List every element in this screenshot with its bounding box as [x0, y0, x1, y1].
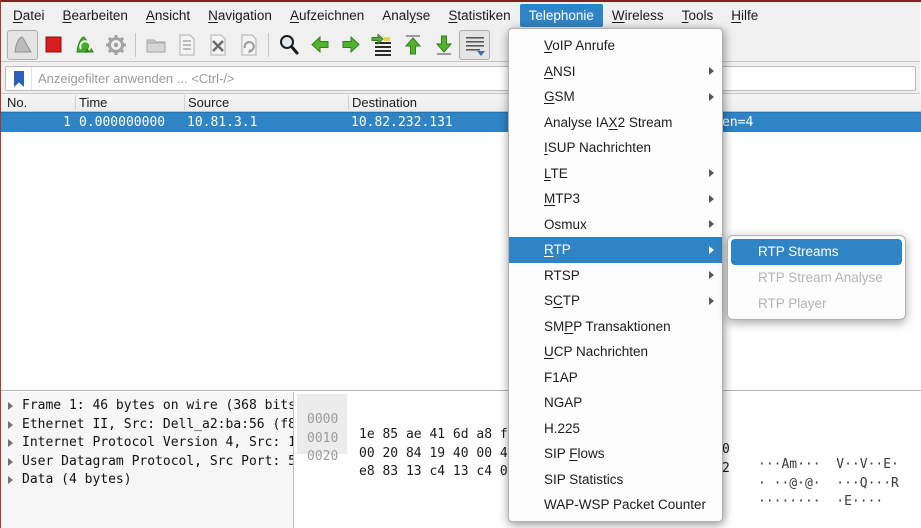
menu-item-rtsp[interactable]: RTSP [509, 263, 722, 289]
packet-row-selected[interactable]: 1 0.000000000 10.81.3.1 10.82.232.131 en… [1, 112, 921, 132]
menu-item-ansi[interactable]: ANSI [509, 59, 722, 85]
menu-item-sip-flows[interactable]: SIP Flows [509, 441, 722, 467]
menu-item-isup-nachrichten[interactable]: ISUP Nachrichten [509, 135, 722, 161]
detail-row-ip[interactable]: Internet Protocol Version 4, Src: 1 [1, 434, 294, 452]
go-first-packet-icon[interactable] [397, 30, 428, 60]
menu-item-ucp-nachrichten[interactable]: UCP Nachrichten [509, 339, 722, 365]
capture-start-icon[interactable] [7, 30, 38, 60]
menu-analyse[interactable]: Analyse [373, 4, 439, 27]
menu-item-rtp[interactable]: RTP [509, 237, 722, 263]
menu-item-mtp3[interactable]: MTP3 [509, 186, 722, 212]
packet-no: 1 [1, 115, 71, 130]
submenu-item-rtp-stream-analyse: RTP Stream Analyse [731, 265, 902, 291]
open-file-icon[interactable] [140, 30, 171, 60]
column-header-source[interactable]: Source [188, 95, 229, 110]
capture-options-icon[interactable] [100, 30, 131, 60]
auto-scroll-icon[interactable] [459, 30, 490, 60]
menu-bar: Datei Bearbeiten Ansicht Navigation Aufz… [1, 2, 920, 28]
telephonie-dropdown-menu: VoIP Anrufe ANSI GSM Analyse IAX2 Stream… [508, 28, 723, 522]
capture-restart-icon[interactable] [69, 30, 100, 60]
toolbar-separator [135, 33, 136, 57]
menu-telephonie[interactable]: Telephonie [520, 4, 603, 27]
menu-hilfe[interactable]: Hilfe [722, 4, 767, 27]
submenu-item-rtp-player: RTP Player [731, 290, 902, 316]
packet-source: 10.81.3.1 [187, 115, 257, 130]
menu-item-ngap[interactable]: NGAP [509, 390, 722, 416]
menu-wireless[interactable]: Wireless [603, 4, 673, 27]
menu-item-f1ap[interactable]: F1AP [509, 365, 722, 391]
submenu-arrow-icon [709, 93, 714, 101]
detail-row-data[interactable]: Data (4 bytes) [1, 471, 294, 489]
menu-item-voip-anrufe[interactable]: VoIP Anrufe [509, 33, 722, 59]
submenu-arrow-icon [709, 67, 714, 75]
save-file-icon[interactable] [171, 30, 202, 60]
main-toolbar [1, 28, 920, 62]
filter-bookmark-icon[interactable] [6, 67, 32, 90]
go-forward-icon[interactable] [335, 30, 366, 60]
lower-panes: Frame 1: 46 bytes on wire (368 bits Ethe… [1, 390, 921, 528]
expander-icon[interactable] [8, 439, 13, 447]
menu-item-smpp-transaktionen[interactable]: SMPP Transaktionen [509, 314, 722, 340]
packet-info-tail: en=4 [722, 115, 753, 130]
menu-item-h225[interactable]: H.225 [509, 416, 722, 442]
detail-row-frame[interactable]: Frame 1: 46 bytes on wire (368 bits [1, 397, 294, 415]
column-divider[interactable] [75, 95, 76, 110]
submenu-arrow-icon [709, 169, 714, 177]
detail-row-ethernet[interactable]: Ethernet II, Src: Dell_a2:ba:56 (f8 [1, 416, 294, 434]
close-file-icon[interactable] [202, 30, 233, 60]
menu-item-sip-statistics[interactable]: SIP Statistics [509, 467, 722, 493]
detail-row-udp[interactable]: User Datagram Protocol, Src Port: 5 [1, 453, 294, 471]
column-header-time[interactable]: Time [79, 95, 107, 110]
packet-time: 0.000000000 [79, 115, 165, 130]
packet-destination: 10.82.232.131 [351, 115, 453, 130]
submenu-item-rtp-streams[interactable]: RTP Streams [731, 239, 902, 265]
expander-icon[interactable] [8, 421, 13, 429]
submenu-arrow-icon [709, 271, 714, 279]
go-to-packet-icon[interactable] [366, 30, 397, 60]
column-header-no[interactable]: No. [7, 95, 27, 110]
submenu-arrow-icon [709, 297, 714, 305]
menu-item-analyse-iax2-stream[interactable]: Analyse IAX2 Stream [509, 110, 722, 136]
menu-item-osmux[interactable]: Osmux [509, 212, 722, 238]
column-divider[interactable] [184, 95, 185, 110]
menu-item-gsm[interactable]: GSM [509, 84, 722, 110]
rtp-submenu: RTP Streams RTP Stream Analyse RTP Playe… [727, 235, 906, 320]
column-header-destination[interactable]: Destination [352, 95, 417, 110]
menu-datei[interactable]: Datei [4, 4, 54, 27]
menu-item-wap-wsp-packet-counter[interactable]: WAP-WSP Packet Counter [509, 492, 722, 518]
menu-ansicht[interactable]: Ansicht [137, 4, 199, 27]
wireshark-window: Datei Bearbeiten Ansicht Navigation Aufz… [0, 0, 921, 528]
menu-navigation[interactable]: Navigation [199, 4, 281, 27]
packet-detail-pane: Frame 1: 46 bytes on wire (368 bits Ethe… [1, 392, 294, 528]
reload-file-icon[interactable] [233, 30, 264, 60]
submenu-arrow-icon [709, 246, 714, 254]
menu-aufzeichnen[interactable]: Aufzeichnen [281, 4, 373, 27]
menu-item-lte[interactable]: LTE [509, 161, 722, 187]
submenu-arrow-icon [709, 220, 714, 228]
go-last-packet-icon[interactable] [428, 30, 459, 60]
menu-item-sctp[interactable]: SCTP [509, 288, 722, 314]
capture-stop-icon[interactable] [38, 30, 69, 60]
display-filter-input[interactable] [32, 71, 915, 86]
expander-icon[interactable] [8, 476, 13, 484]
toolbar-separator [268, 33, 269, 57]
go-back-icon[interactable] [304, 30, 335, 60]
column-divider[interactable] [348, 95, 349, 110]
submenu-arrow-icon [709, 195, 714, 203]
find-packet-icon[interactable] [273, 30, 304, 60]
expander-icon[interactable] [8, 458, 13, 466]
packet-list-header: No. Time Source Destination [1, 94, 921, 112]
filter-toolbar [1, 62, 920, 94]
window-frame-left [0, 0, 1, 528]
menu-tools[interactable]: Tools [673, 4, 723, 27]
expander-icon[interactable] [8, 402, 13, 410]
display-filter-box [5, 66, 916, 91]
menu-statistiken[interactable]: Statistiken [439, 4, 519, 27]
menu-bearbeiten[interactable]: Bearbeiten [54, 4, 137, 27]
